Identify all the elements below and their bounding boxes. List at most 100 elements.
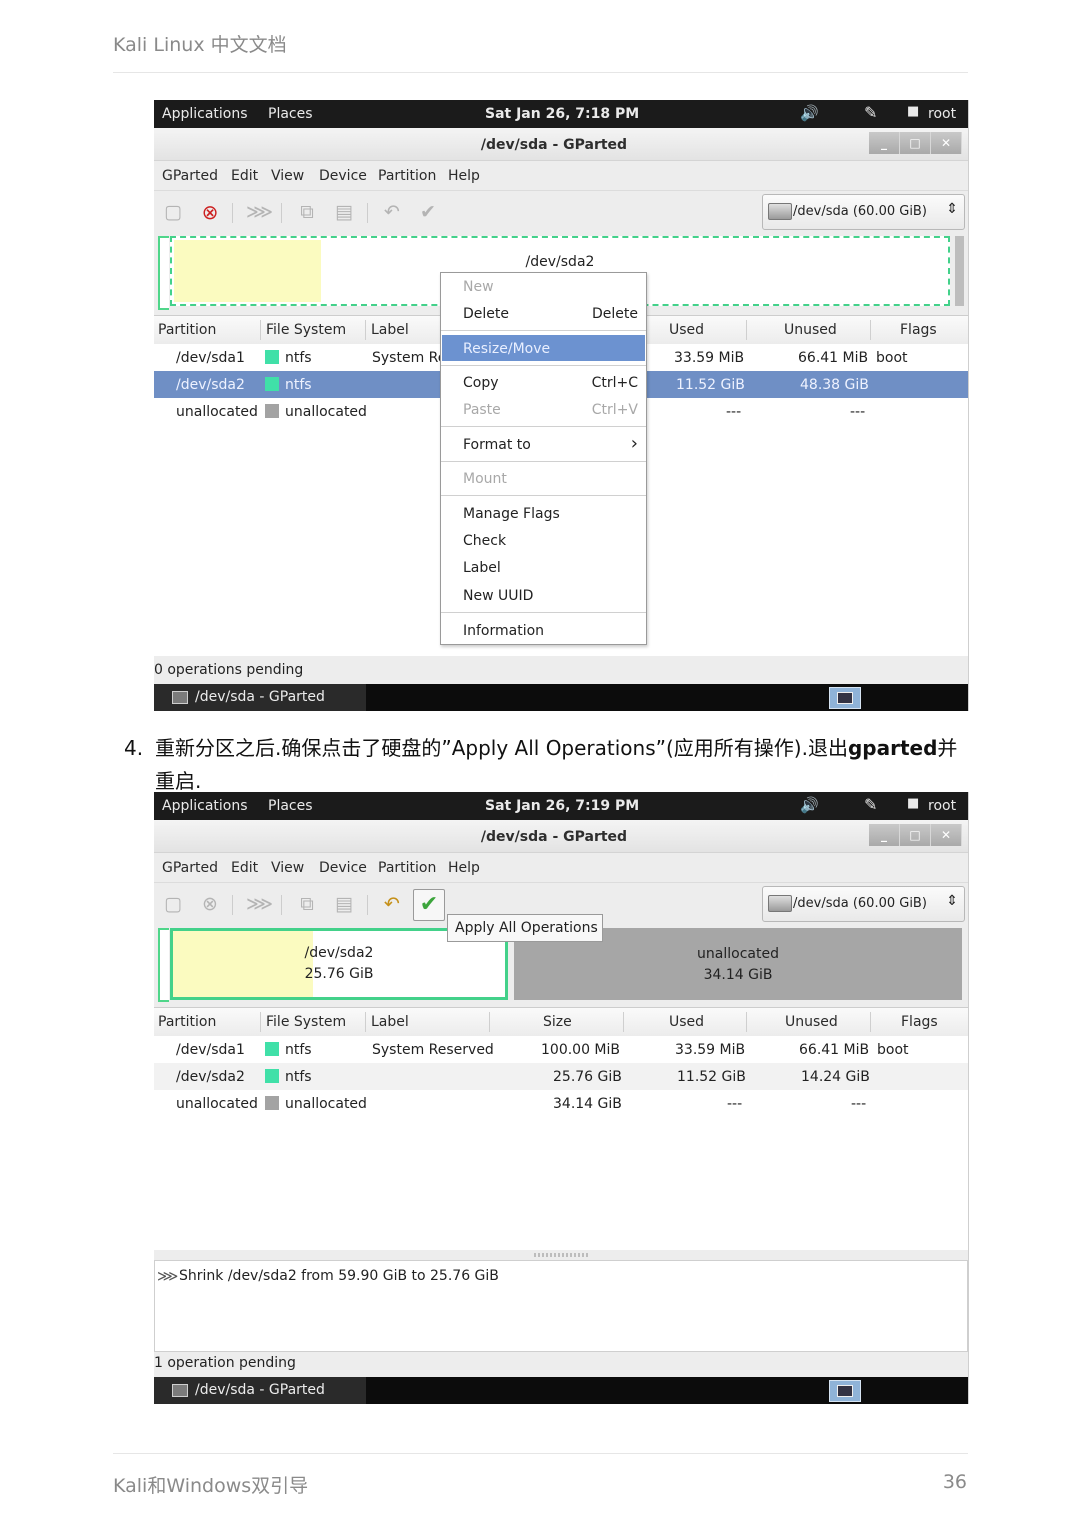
table-row[interactable]: /dev/sda2 ntfs 25.76 GiB 11.52 GiB 14.24… (154, 1063, 968, 1090)
window-titlebar[interactable]: /dev/sda - GParted _ □ ✕ (154, 128, 968, 161)
ntfs-color-swatch (265, 1042, 279, 1056)
maximize-button[interactable]: □ (900, 824, 931, 846)
menu-gparted[interactable]: GParted (162, 168, 218, 184)
places-menu[interactable]: Places (268, 798, 313, 814)
col-filesystem[interactable]: File System (266, 1014, 346, 1030)
user-menu[interactable]: root (928, 106, 956, 122)
new-partition-icon[interactable]: ▢ (161, 892, 185, 916)
menu-view[interactable]: View (271, 860, 304, 876)
pane-divider-handle[interactable] (534, 1253, 588, 1257)
col-used[interactable]: Used (669, 1014, 704, 1030)
copy-icon[interactable]: ⧉ (295, 892, 319, 916)
window-titlebar[interactable]: /dev/sda - GParted _ □ ✕ (154, 820, 968, 853)
apply-icon[interactable]: ✔ (416, 200, 440, 224)
col-label[interactable]: Label (371, 322, 409, 338)
delete-partition-icon[interactable]: ⊗ (198, 892, 222, 916)
col-used[interactable]: Used (669, 322, 704, 338)
menu-item-manage-flags[interactable]: Manage Flags (463, 506, 560, 522)
col-flags[interactable]: Flags (900, 322, 937, 338)
col-filesystem[interactable]: File System (266, 322, 346, 338)
clock[interactable]: Sat Jan 26, 7:19 PM (485, 798, 639, 814)
menu-partition[interactable]: Partition (378, 168, 436, 184)
undo-icon[interactable]: ↶ (380, 892, 404, 916)
menu-item-information[interactable]: Information (463, 623, 544, 639)
applications-menu[interactable]: Applications (162, 106, 248, 122)
undo-icon[interactable]: ↶ (380, 200, 404, 224)
table-row[interactable]: /dev/sda1 ntfs System Reserved 100.00 Mi… (154, 1036, 968, 1063)
network-icon[interactable]: ✎ (864, 795, 877, 814)
places-menu[interactable]: Places (268, 106, 313, 122)
new-partition-icon[interactable]: ▢ (161, 200, 185, 224)
col-partition[interactable]: Partition (158, 1014, 216, 1030)
page-header: Kali Linux 中文文档 (113, 34, 287, 56)
menu-item-copy[interactable]: Copy (463, 375, 499, 391)
resize-move-icon[interactable]: ⋙ (246, 892, 273, 916)
col-unused[interactable]: Unused (785, 1014, 838, 1030)
window-title: /dev/sda - GParted (480, 829, 628, 845)
paste-icon[interactable]: ▤ (332, 892, 356, 916)
menu-help[interactable]: Help (448, 168, 480, 184)
menu-partition[interactable]: Partition (378, 860, 436, 876)
menu-item-delete[interactable]: Delete (463, 306, 509, 322)
menu-item-resize-move[interactable]: Resize/Move (442, 335, 645, 361)
operation-item[interactable]: Shrink /dev/sda2 from 59.90 GiB to 25.76… (179, 1268, 499, 1284)
minimize-button[interactable]: _ (869, 132, 900, 154)
workspace-switcher[interactable]: . (829, 687, 861, 709)
volume-icon[interactable]: 🔊 (800, 104, 819, 122)
resize-move-icon[interactable]: ⋙ (246, 200, 273, 224)
menu-view[interactable]: View (271, 168, 304, 184)
menu-edit[interactable]: Edit (231, 860, 258, 876)
minimize-button[interactable]: _ (869, 824, 900, 846)
workspace-switcher[interactable]: . (829, 1380, 861, 1402)
partition-context-menu: New Delete Delete Resize/Move Copy Ctrl+… (440, 272, 647, 645)
user-menu[interactable]: root (928, 798, 956, 814)
menu-item-mount[interactable]: Mount (463, 471, 507, 487)
header-rule (113, 72, 968, 73)
menu-item-new[interactable]: New (463, 279, 494, 295)
menu-edit[interactable]: Edit (231, 168, 258, 184)
menu-device[interactable]: Device (319, 168, 367, 184)
close-button[interactable]: ✕ (931, 824, 962, 846)
partition-map-scrollbar[interactable] (955, 236, 964, 306)
menu-help[interactable]: Help (448, 860, 480, 876)
apply-all-tooltip: Apply All Operations (447, 914, 603, 942)
close-button[interactable]: ✕ (931, 132, 962, 154)
col-label[interactable]: Label (371, 1014, 409, 1030)
col-flags[interactable]: Flags (901, 1014, 938, 1030)
partition-block-sda1[interactable] (158, 236, 169, 310)
network-icon[interactable]: ✎ (864, 103, 877, 122)
status-bar: 0 operations pending (154, 662, 304, 678)
device-selector[interactable]: . /dev/sda (60.00 GiB) ⇕ (762, 886, 965, 922)
menu-gparted[interactable]: GParted (162, 860, 218, 876)
col-partition[interactable]: Partition (158, 322, 216, 338)
window-icon: . (172, 691, 188, 704)
col-size[interactable]: Size (543, 1014, 572, 1030)
clock[interactable]: Sat Jan 26, 7:18 PM (485, 106, 639, 122)
paste-icon[interactable]: ▤ (332, 200, 356, 224)
page-number: 36 (942, 1471, 967, 1493)
table-row[interactable]: unallocated unallocated 34.14 GiB --- --… (154, 1090, 968, 1117)
menu-item-label[interactable]: Label (463, 560, 501, 576)
device-selector[interactable]: . /dev/sda (60.00 GiB) ⇕ (762, 194, 965, 230)
menu-item-paste[interactable]: Paste (463, 402, 501, 418)
menu-item-new-uuid[interactable]: New UUID (463, 588, 533, 604)
pending-operations-list: ⋙ Shrink /dev/sda2 from 59.90 GiB to 25.… (154, 1260, 968, 1352)
applications-menu[interactable]: Applications (162, 798, 248, 814)
volume-icon[interactable]: 🔊 (800, 796, 819, 814)
unallocated-block-size: 34.14 GiB (703, 967, 773, 983)
copy-shortcut: Ctrl+C (591, 375, 638, 391)
taskbar-window-button[interactable]: . /dev/sda - GParted (154, 1377, 366, 1404)
apply-all-button[interactable]: ✔ (413, 889, 445, 921)
partition-block-sda1[interactable] (158, 928, 169, 1002)
col-unused[interactable]: Unused (784, 322, 837, 338)
menu-device[interactable]: Device (319, 860, 367, 876)
unallocated-color-swatch (265, 404, 279, 418)
delete-partition-icon[interactable]: ⊗ (198, 200, 222, 224)
menu-bar: GParted Edit View Device Partition Help (154, 853, 968, 881)
menu-item-format-to[interactable]: Format to (463, 437, 531, 453)
taskbar-window-button[interactable]: . /dev/sda - GParted (154, 684, 366, 711)
copy-icon[interactable]: ⧉ (295, 200, 319, 224)
maximize-button[interactable]: □ (900, 132, 931, 154)
unallocated-block-name: unallocated (697, 946, 779, 962)
menu-item-check[interactable]: Check (463, 533, 506, 549)
